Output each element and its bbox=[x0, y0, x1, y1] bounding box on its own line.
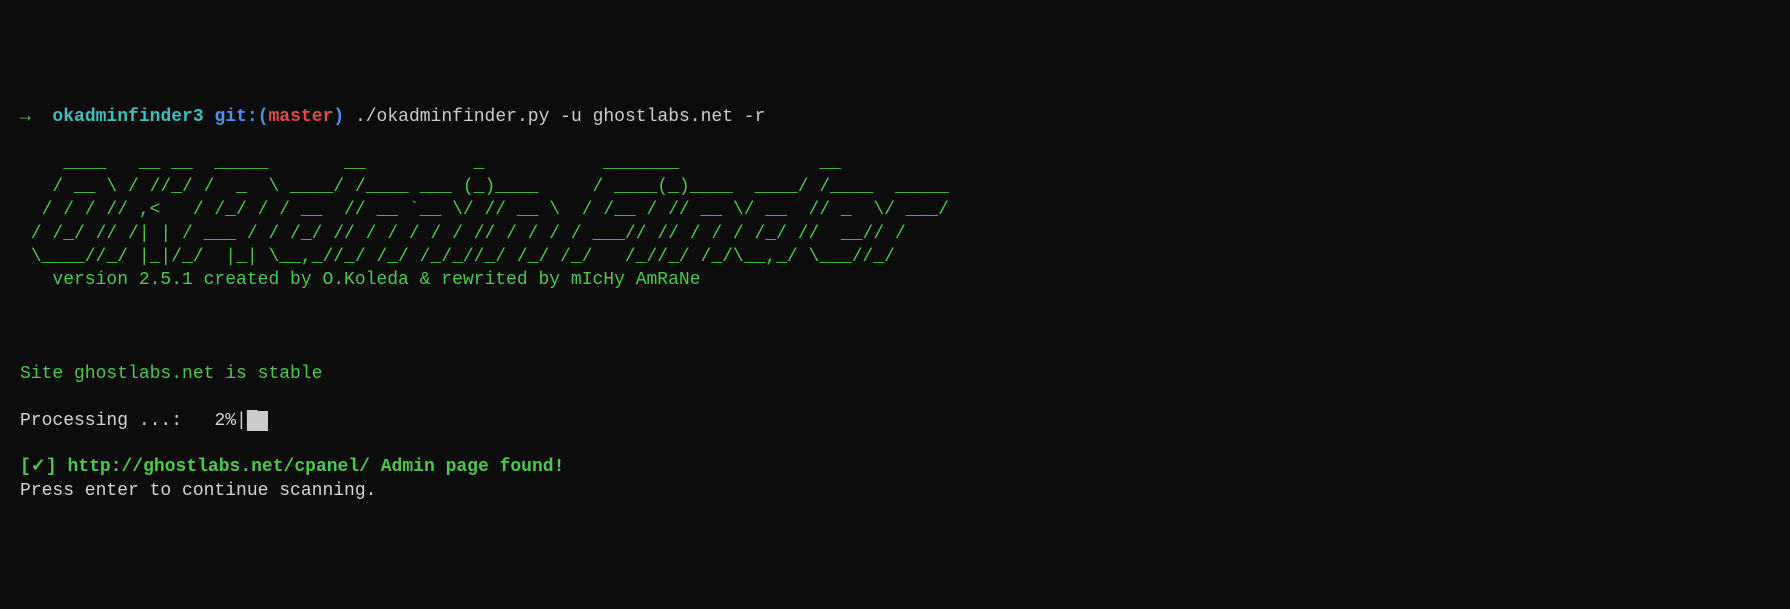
progress-separator: | bbox=[236, 411, 247, 431]
continue-prompt: Press enter to continue scanning. bbox=[20, 481, 376, 501]
processing-percent: 2% bbox=[214, 411, 236, 431]
prompt-directory: okadminfinder3 bbox=[52, 107, 203, 127]
processing-label: Processing ...: bbox=[20, 411, 214, 431]
found-suffix: Admin page found! bbox=[370, 457, 564, 477]
ascii-banner: ____ __ __ _____ __ _ _______ __ / __ \ … bbox=[20, 153, 981, 267]
version-line: version 2.5.1 created by O.Koleda & rewr… bbox=[20, 270, 701, 290]
terminal-output[interactable]: → okadminfinder3 git:(master) ./okadminf… bbox=[20, 107, 981, 501]
found-url: http://ghostlabs.net/cpanel/ bbox=[68, 457, 370, 477]
git-branch: master bbox=[269, 107, 334, 127]
git-paren-open: ( bbox=[258, 107, 269, 127]
progress-bar-fill: █ bbox=[247, 411, 269, 431]
command-text: ./okadminfinder.py -u ghostlabs.net -r bbox=[355, 107, 765, 127]
git-label: git: bbox=[214, 107, 257, 127]
prompt-arrow-icon: → bbox=[20, 107, 31, 127]
git-paren-close: ) bbox=[333, 107, 344, 127]
site-status: Site ghostlabs.net is stable bbox=[20, 364, 322, 384]
found-prefix: [✓] bbox=[20, 457, 68, 477]
